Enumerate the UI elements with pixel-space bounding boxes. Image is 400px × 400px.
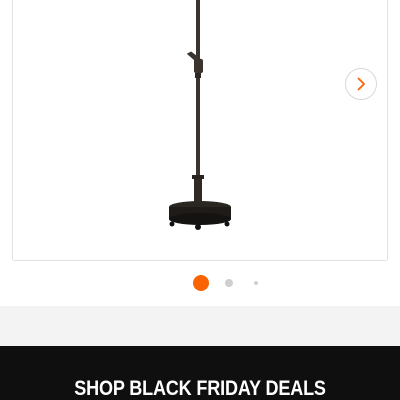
next-image-button[interactable] [345,68,377,100]
chevron-right-icon [357,77,365,91]
black-friday-banner[interactable]: SHOP BLACK FRIDAY DEALS [0,346,400,400]
banner-label: SHOP BLACK FRIDAY DEALS [74,377,326,400]
carousel-pagination [0,275,400,291]
umbrella-stand-icon [169,0,231,230]
product-image-card[interactable] [12,0,388,261]
carousel-dot-2[interactable] [225,279,233,287]
carousel-dot-1[interactable] [193,275,209,291]
carousel-dot-3[interactable] [254,281,258,285]
section-divider [0,306,400,346]
